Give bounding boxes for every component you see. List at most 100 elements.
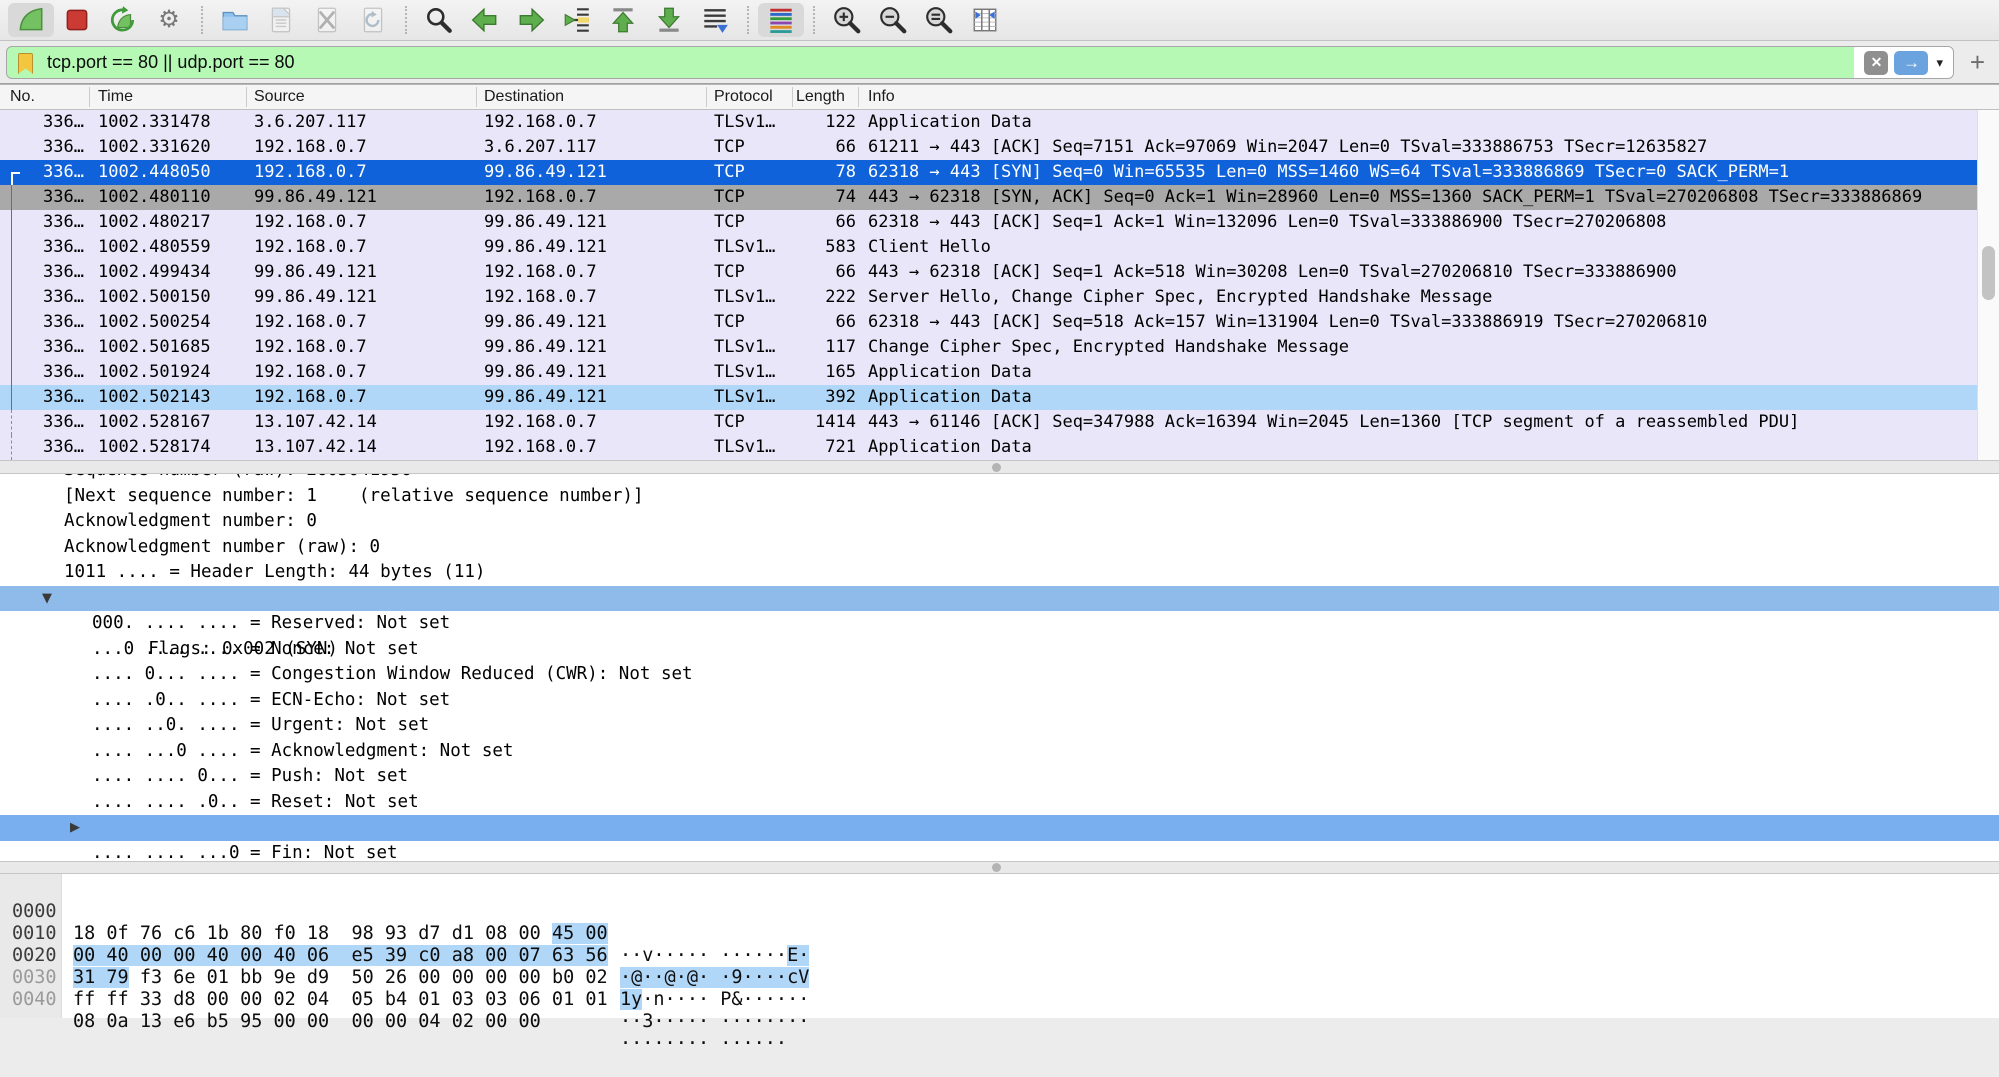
hex-row[interactable]: 0010 00 40 00 00 40 00 40 06 e5 39 c0 a8… [0,901,1999,923]
column-header-time[interactable]: Time [98,88,133,106]
packet-row[interactable]: 336… 1002.480559 192.168.0.7 99.86.49.12… [0,235,1999,260]
packet-row[interactable]: 336… 1002.331478 3.6.207.117 192.168.0.7… [0,110,1999,135]
apply-filter-button[interactable]: → [1894,51,1928,75]
detail-line[interactable]: Sequence number (raw): 2605041956 [0,474,1999,484]
packet-list-header: No. Time Source Destination Protocol Len… [0,84,1999,110]
hex-row[interactable]: 0030 ff ff 33 d8 00 00 02 04 05 b4 01 03… [0,945,1999,967]
packet-row[interactable]: 336… 1002.480110 99.86.49.121 192.168.0.… [0,185,1999,210]
column-divider[interactable] [476,87,477,107]
packet-row[interactable]: 336… 1002.528167 13.107.42.14 192.168.0.… [0,410,1999,435]
packet-row-selected[interactable]: 336… 1002.448050 192.168.0.7 99.86.49.12… [0,160,1999,185]
stop-square-icon [62,5,92,35]
open-file-button[interactable] [212,3,258,37]
find-packet-button[interactable] [416,3,462,37]
detail-line[interactable]: .... 0... .... = Congestion Window Reduc… [0,662,1999,688]
collapse-triangle-icon[interactable]: ▼ [42,586,52,612]
detail-line[interactable]: .... .... .0.. = Reset: Not set [0,790,1999,816]
display-filter-input[interactable] [45,47,1585,78]
toolbar-separator [747,6,749,34]
go-to-packet-button[interactable] [554,3,600,37]
detail-line[interactable]: [Next sequence number: 1 (relative seque… [0,484,1999,510]
column-divider[interactable] [706,87,707,107]
column-divider[interactable] [246,87,247,107]
column-header-length[interactable]: Length [796,88,852,106]
zoom-reset-icon [924,5,954,35]
save-document-icon [266,5,296,35]
splitter-handle-icon [992,863,1001,872]
expand-triangle-icon[interactable]: ▶ [70,815,80,841]
zoom-out-icon [878,5,908,35]
capture-options-button[interactable]: ⚙ [146,3,192,37]
hex-row[interactable]: 0000 18 0f 76 c6 1b 80 f0 18 98 93 d7 d1… [0,879,1999,901]
hex-bytes: ff ff 33 d8 00 00 02 04 05 b4 01 03 03 0… [73,989,608,1011]
packet-list-scrollbar[interactable] [1977,110,1999,460]
wireshark-window: ⚙ [0,0,1999,1018]
packet-row[interactable]: 336… 1002.501685 192.168.0.7 99.86.49.12… [0,335,1999,360]
packet-row[interactable]: 336… 1002.500254 192.168.0.7 99.86.49.12… [0,310,1999,335]
pane-splitter[interactable] [0,861,1999,874]
colorize-packets-button[interactable] [758,3,804,37]
column-header-source[interactable]: Source [254,88,305,106]
restart-capture-button[interactable] [100,3,146,37]
detail-line[interactable]: .... ..0. .... = Urgent: Not set [0,713,1999,739]
packet-row[interactable]: 336… 1002.499434 99.86.49.121 192.168.0.… [0,260,1999,285]
hex-row[interactable]: 0040 08 0a 13 e6 b5 95 00 00 00 00 04 02… [0,967,1999,989]
hex-ascii: ········ ······ [620,1033,787,1055]
auto-scroll-button[interactable] [692,3,738,37]
column-header-no[interactable]: No. [10,88,35,106]
colorize-icon [766,5,796,35]
display-filter-field[interactable]: ✕ → ▾ [6,46,1954,79]
clear-filter-button[interactable]: ✕ [1864,51,1888,75]
pane-splitter[interactable] [0,460,1999,474]
packet-row[interactable]: 336… 1002.501924 192.168.0.7 99.86.49.12… [0,360,1999,385]
gear-icon: ⚙ [158,8,180,32]
go-forward-button[interactable] [508,3,554,37]
go-last-button[interactable] [646,3,692,37]
go-first-button[interactable] [600,3,646,37]
go-back-button[interactable] [462,3,508,37]
column-divider[interactable] [89,87,90,107]
shark-fin-icon [16,5,46,35]
packet-row[interactable]: 336… 1002.528174 13.107.42.14 192.168.0.… [0,435,1999,460]
packet-row[interactable]: 336… 1002.500150 99.86.49.121 192.168.0.… [0,285,1999,310]
detail-line[interactable]: 000. .... .... = Reserved: Not set [0,611,1999,637]
detail-line[interactable]: .... .... 0... = Push: Not set [0,764,1999,790]
column-divider[interactable] [792,87,793,107]
arrow-up-bar-icon [608,5,638,35]
column-header-destination[interactable]: Destination [484,88,564,106]
detail-line[interactable]: .... .0.. .... = ECN-Echo: Not set [0,688,1999,714]
add-filter-button[interactable]: + [1970,51,1985,73]
goto-packet-icon [562,5,592,35]
detail-line[interactable]: 1011 .... = Header Length: 44 bytes (11) [0,560,1999,586]
reload-document-icon [358,5,388,35]
zoom-in-icon [832,5,862,35]
scrollbar-thumb[interactable] [1982,246,1995,300]
column-header-protocol[interactable]: Protocol [714,88,773,106]
column-header-info[interactable]: Info [868,88,895,106]
column-divider[interactable] [858,87,859,107]
hex-row[interactable]: 0020 31 79 f3 6e 01 bb 9e d9 50 26 00 00… [0,923,1999,945]
start-capture-button[interactable] [8,3,54,37]
detail-line[interactable]: Acknowledgment number (raw): 0 [0,535,1999,561]
resize-columns-button[interactable] [962,3,1008,37]
packet-row-hovered[interactable]: 336… 1002.502143 192.168.0.7 99.86.49.12… [0,385,1999,410]
stop-capture-button[interactable] [54,3,100,37]
zoom-in-button[interactable] [824,3,870,37]
detail-line[interactable]: .... .... ...0 = Fin: Not set [0,841,1999,862]
filter-dropdown-chevron-icon[interactable]: ▾ [1934,55,1945,71]
detail-line-syn-selected[interactable]: ▶ .... .... ..1. = Syn: Set [0,815,1999,841]
zoom-out-button[interactable] [870,3,916,37]
zoom-reset-button[interactable] [916,3,962,37]
close-file-button [304,3,350,37]
toolbar-separator [201,6,203,34]
filter-bookmark-icon[interactable] [18,53,33,74]
detail-line[interactable]: .... ...0 .... = Acknowledgment: Not set [0,739,1999,765]
restart-fin-icon [108,5,138,35]
detail-line[interactable]: ...0 .... .... = Nonce: Not set [0,637,1999,663]
arrow-left-icon [470,5,500,35]
packet-list: 336… 1002.331478 3.6.207.117 192.168.0.7… [0,110,1999,460]
packet-row[interactable]: 336… 1002.480217 192.168.0.7 99.86.49.12… [0,210,1999,235]
packet-row[interactable]: 336… 1002.331620 192.168.0.7 3.6.207.117… [0,135,1999,160]
detail-line[interactable]: Acknowledgment number: 0 [0,509,1999,535]
detail-line-flags[interactable]: ▼ Flags: 0x002 (SYN) [0,586,1999,612]
